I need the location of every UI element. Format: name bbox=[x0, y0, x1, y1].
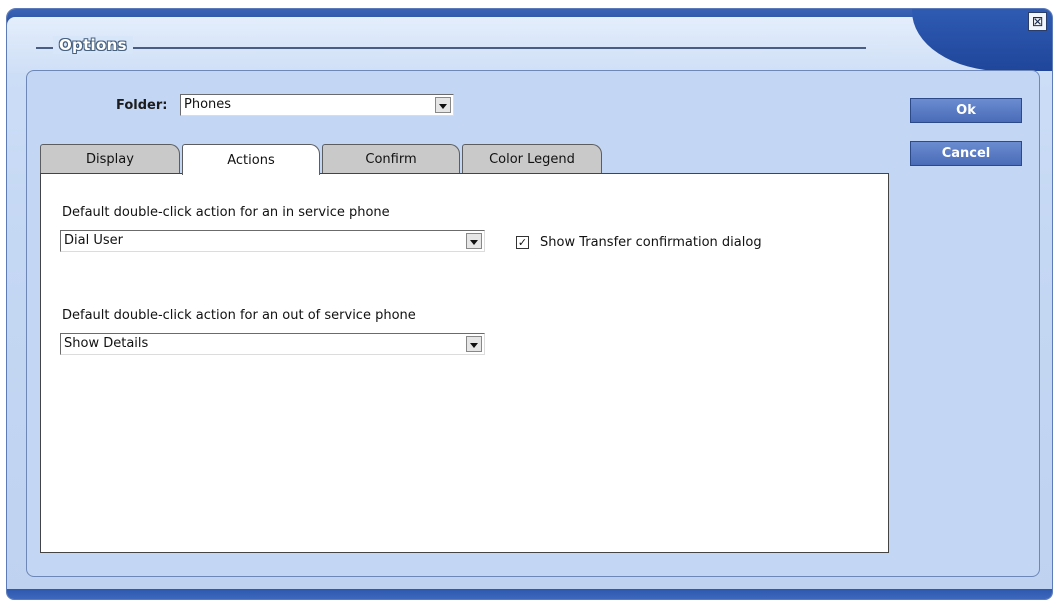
folder-select[interactable]: Phones bbox=[180, 94, 454, 116]
close-icon[interactable]: ⊠ bbox=[1028, 12, 1047, 31]
tab-display[interactable]: Display bbox=[40, 144, 180, 174]
in-service-action-label: Default double-click action for an in se… bbox=[62, 205, 390, 220]
folder-label: Folder: bbox=[116, 98, 168, 113]
transfer-confirmation-checkbox[interactable]: ✓ bbox=[516, 236, 529, 249]
transfer-confirmation-label[interactable]: Show Transfer confirmation dialog bbox=[540, 235, 762, 250]
window-header bbox=[7, 17, 1052, 73]
chevron-down-icon[interactable] bbox=[466, 233, 482, 249]
out-of-service-action-label: Default double-click action for an out o… bbox=[62, 308, 416, 323]
tab-confirm[interactable]: Confirm bbox=[322, 144, 460, 174]
out-of-service-action-select[interactable]: Show Details bbox=[60, 333, 485, 355]
in-service-action-value: Dial User bbox=[64, 233, 123, 248]
tab-color-legend[interactable]: Color Legend bbox=[462, 144, 602, 174]
ok-button[interactable]: Ok bbox=[910, 98, 1022, 123]
cancel-button[interactable]: Cancel bbox=[910, 141, 1022, 166]
chevron-down-icon[interactable] bbox=[466, 336, 482, 352]
title-divider bbox=[36, 47, 866, 49]
in-service-action-select[interactable]: Dial User bbox=[60, 230, 485, 252]
tab-actions[interactable]: Actions bbox=[182, 144, 320, 175]
folder-select-value: Phones bbox=[184, 97, 232, 112]
out-of-service-action-value: Show Details bbox=[64, 336, 149, 351]
window-bottom-bar bbox=[7, 589, 1052, 599]
window-title: Options bbox=[53, 36, 133, 54]
chevron-down-icon[interactable] bbox=[435, 97, 451, 113]
